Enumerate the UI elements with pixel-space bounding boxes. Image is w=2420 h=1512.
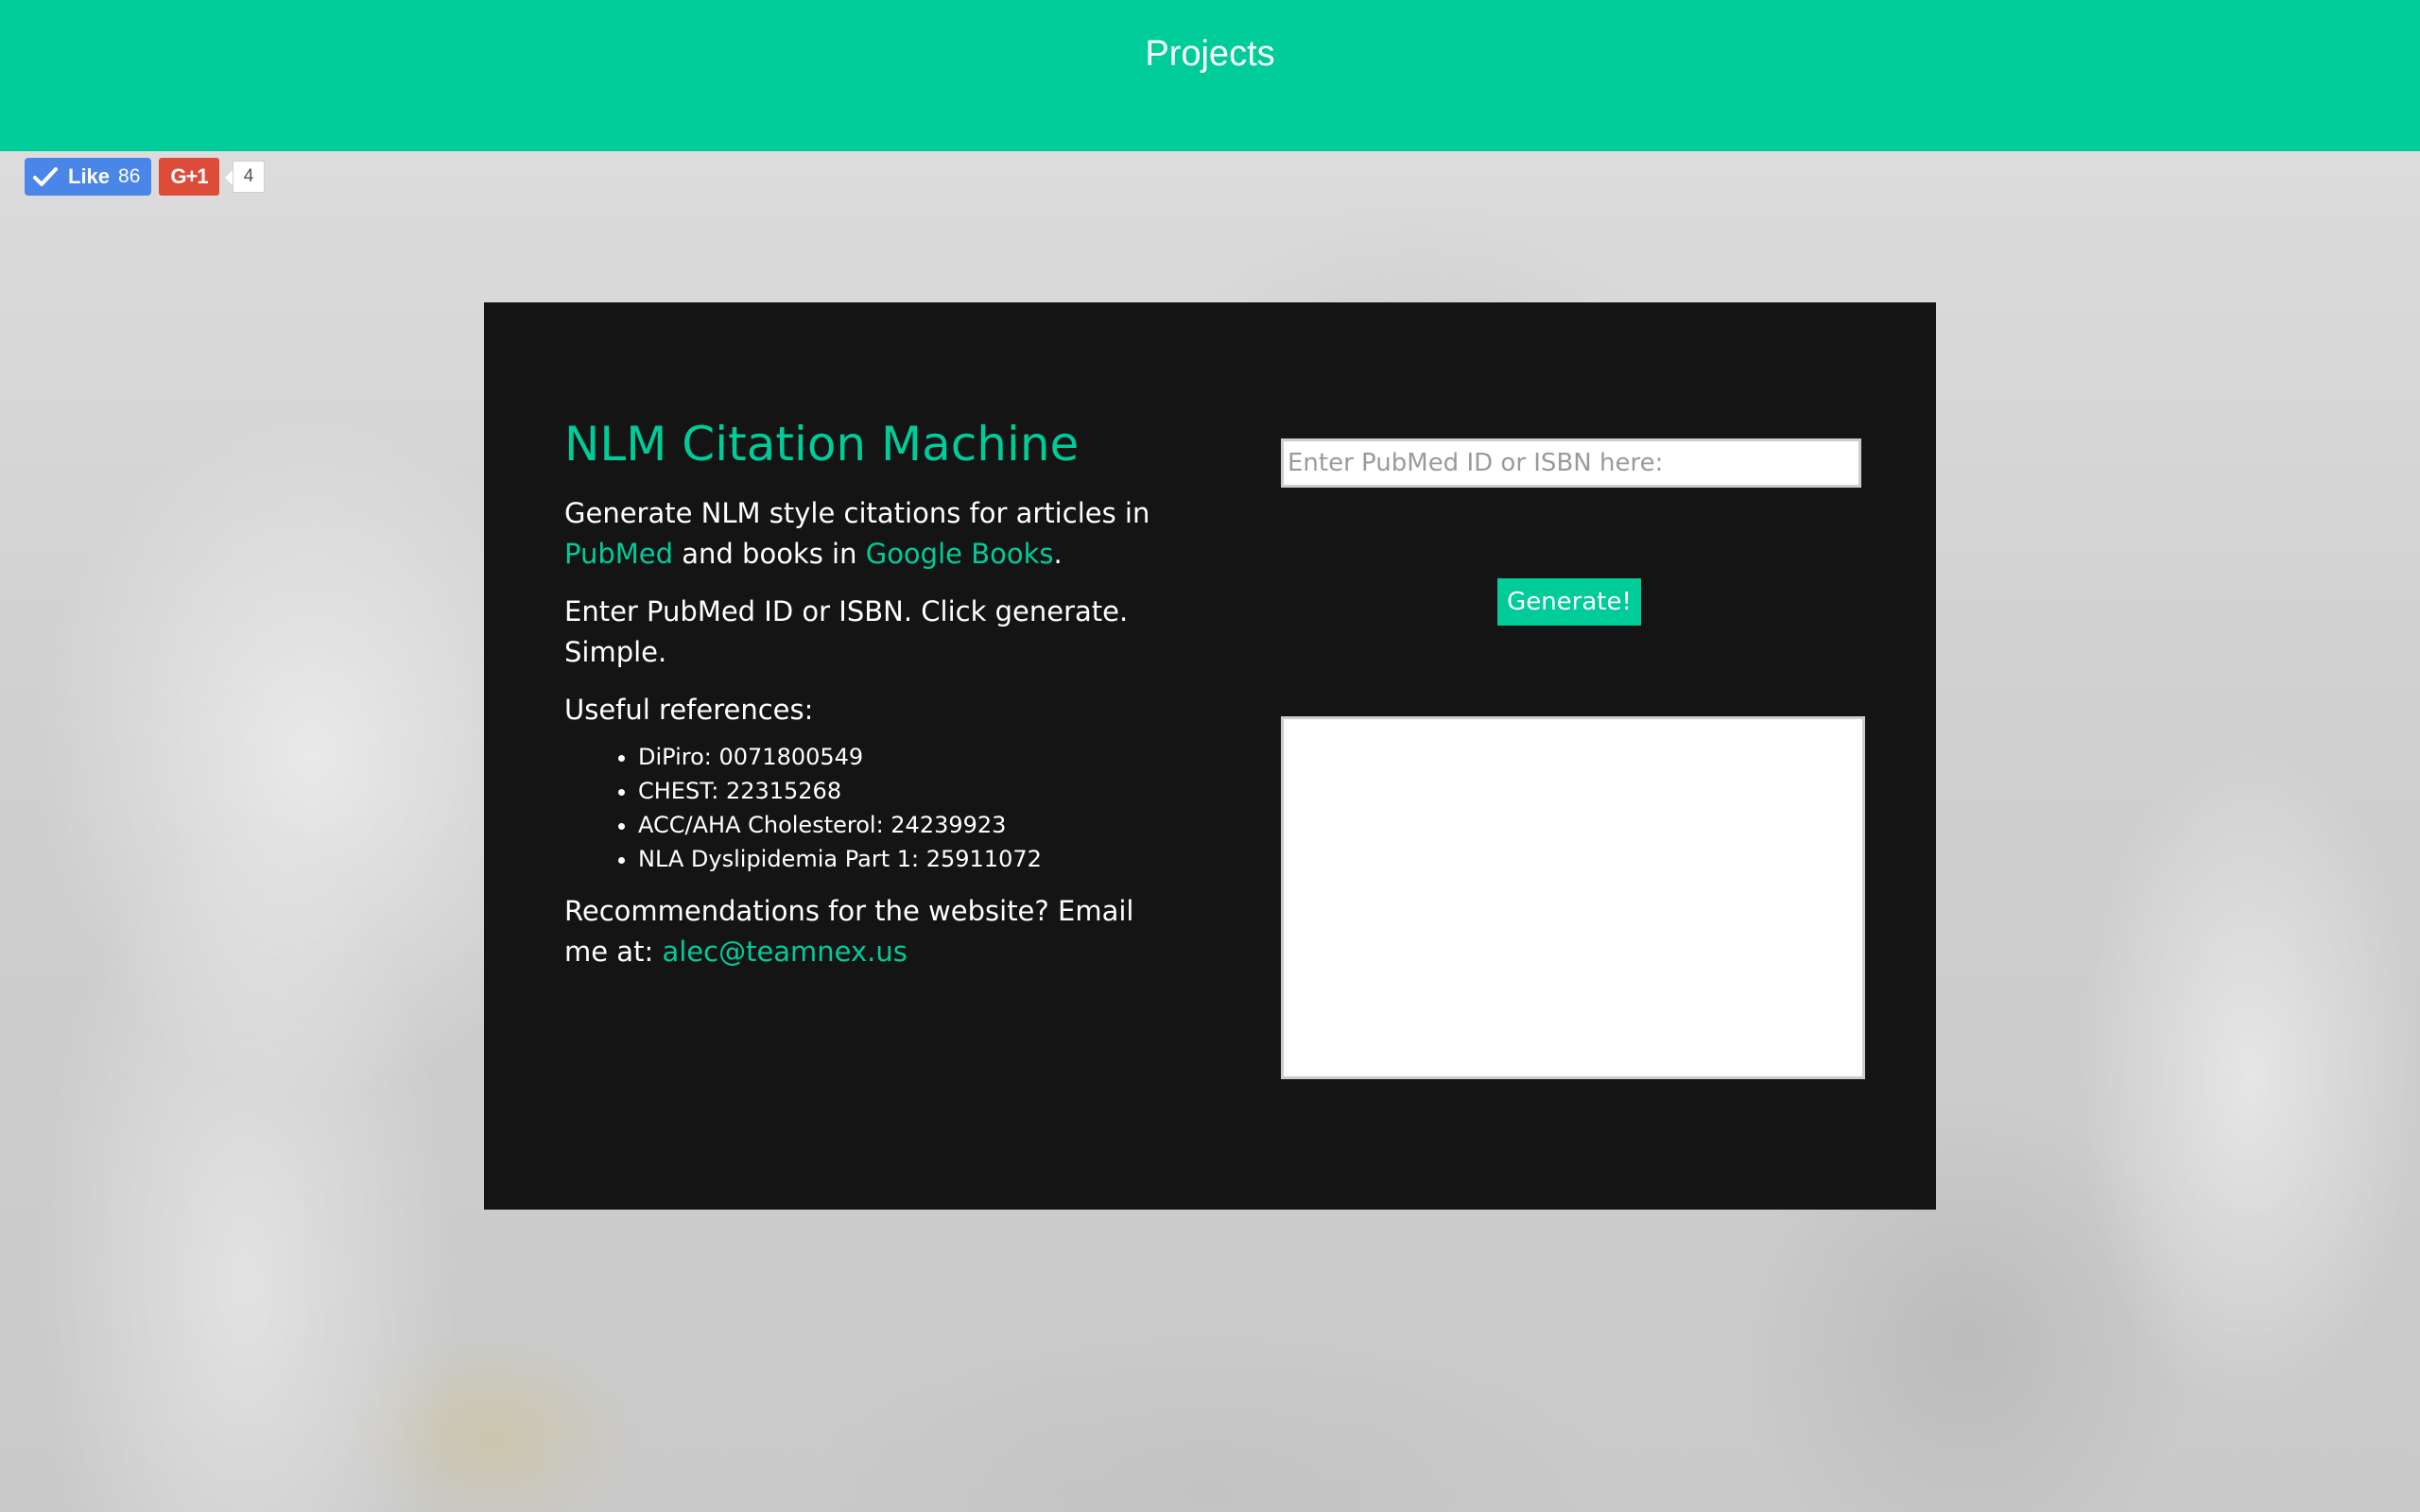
check-icon (33, 167, 58, 186)
list-item: DiPiro: 0071800549 (638, 740, 1169, 774)
google-plus-button[interactable]: G+1 (159, 158, 219, 196)
citation-panel: NLM Citation Machine Generate NLM style … (484, 302, 1936, 1210)
intro-middle: and books in (673, 538, 866, 570)
pubmed-isbn-input[interactable] (1281, 438, 1861, 488)
app-title: NLM Citation Machine (564, 417, 1080, 472)
intro-suffix: . (1053, 538, 1063, 570)
list-item: ACC/AHA Cholesterol: 24239923 (638, 808, 1169, 842)
description-column: NLM Citation Machine Generate NLM style … (564, 416, 1169, 989)
list-item: CHEST: 22315268 (638, 774, 1169, 808)
header-projects-link[interactable]: Projects (0, 34, 2420, 75)
google-plus-count: 4 (225, 161, 265, 193)
intro-prefix: Generate NLM style citations for article… (564, 497, 1150, 529)
google-books-link[interactable]: Google Books (866, 538, 1054, 570)
like-label: Like (68, 164, 111, 188)
pubmed-link[interactable]: PubMed (564, 538, 673, 570)
list-item: NLA Dyslipidemia Part 1: 25911072 (638, 842, 1169, 876)
like-count: 86 (118, 165, 141, 187)
contact-email-link[interactable]: alec@teamnex.us (662, 936, 907, 968)
instructions-text: Enter PubMed ID or ISBN. Click generate.… (564, 595, 1129, 668)
contact-text: Recommendations for the website? Email m… (564, 891, 1169, 972)
top-header-bar: Projects (0, 0, 2420, 151)
references-list: DiPiro: 0071800549 CHEST: 22315268 ACC/A… (564, 740, 1169, 876)
references-heading: Useful references: (564, 694, 814, 726)
intro-text: Generate NLM style citations for article… (564, 493, 1169, 575)
facebook-like-button[interactable]: Like 86 (25, 158, 151, 196)
citation-output-textarea[interactable] (1281, 716, 1865, 1079)
generate-button[interactable]: Generate! (1497, 578, 1641, 626)
